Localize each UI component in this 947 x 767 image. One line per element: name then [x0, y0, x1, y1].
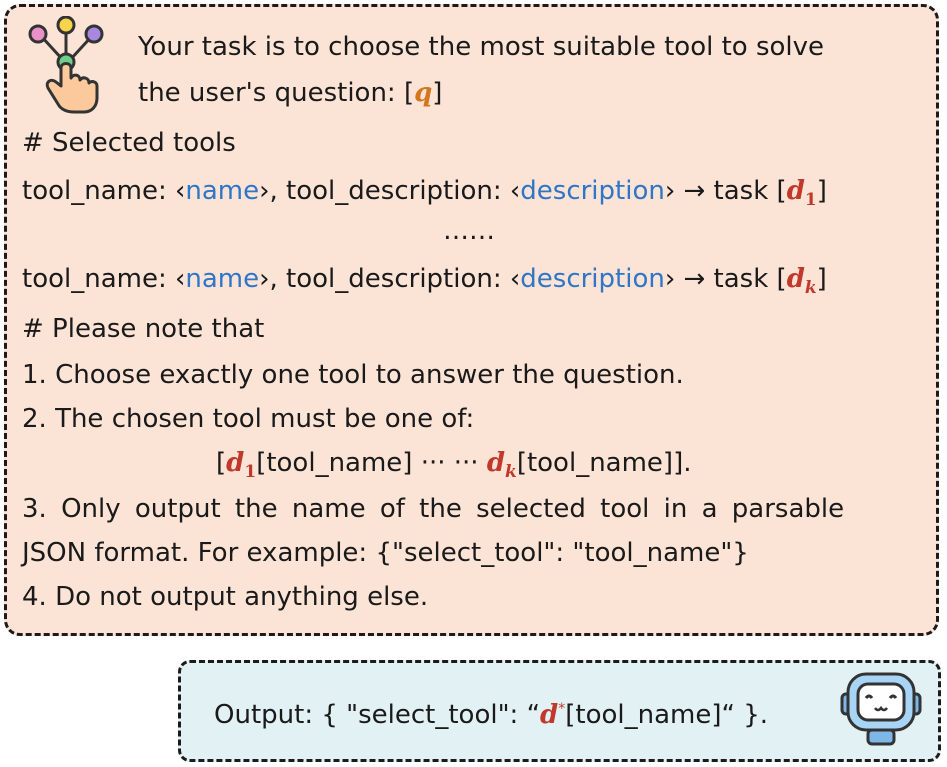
q-variable: q	[414, 78, 433, 108]
d-variable: d	[486, 448, 506, 478]
rule-3-line-1: 3. Only output the name of the selected …	[22, 494, 845, 524]
arrow-task: › → task [	[664, 264, 787, 294]
subscript-k: k	[505, 462, 517, 482]
list-dots: ··· ···	[412, 448, 487, 478]
d-variable: d	[786, 264, 805, 294]
rule-2-tool-list: [d1[tool_name] ··· ··· dk[tool_name]].	[216, 446, 692, 483]
list-close: ].	[673, 448, 692, 478]
ellipsis: ……	[443, 216, 495, 246]
subscript-1: 1	[804, 190, 817, 210]
output-suffix: [tool_name]“ }.	[565, 700, 769, 730]
bracket-close: ]	[432, 78, 443, 108]
tool-description-label: ›, tool_description: ‹	[259, 264, 521, 294]
subscript-k: k	[804, 278, 817, 298]
d-variable: d	[226, 448, 245, 478]
hand-tool-icon	[28, 16, 104, 114]
name-placeholder: name	[185, 264, 260, 294]
intro-line-2: the user's question: [q]	[138, 76, 442, 110]
bracket-close: ]	[816, 176, 827, 206]
tool-line-last: tool_name: ‹name›, tool_description: ‹de…	[22, 262, 827, 299]
description-placeholder: description	[520, 264, 665, 294]
tool-name-item: [tool_name]	[516, 448, 674, 478]
rule-1: 1. Choose exactly one tool to answer the…	[22, 360, 684, 390]
tool-name-label: tool_name: ‹	[22, 176, 186, 206]
intro-text: the user's question: [	[138, 78, 415, 108]
star-superscript: *	[558, 701, 566, 717]
selected-tools-heading: # Selected tools	[22, 128, 236, 158]
d-variable: d	[540, 700, 559, 730]
output-prefix: Output: { "select_tool": “	[214, 700, 541, 730]
tool-name-item: [tool_name]	[256, 448, 413, 478]
d-variable: d	[786, 176, 805, 206]
rule-2: 2. The chosen tool must be one of:	[22, 404, 475, 434]
output-line: Output: { "select_tool": “d*[tool_name]“…	[214, 698, 768, 736]
arrow-task: › → task [	[664, 176, 787, 206]
description-placeholder: description	[520, 176, 665, 206]
robot-icon	[840, 672, 922, 746]
rule-4: 4. Do not output anything else.	[22, 582, 429, 612]
list-open: [	[216, 448, 227, 478]
tool-line-first: tool_name: ‹name›, tool_description: ‹de…	[22, 174, 827, 211]
rule-3-line-2: JSON format. For example: {"select_tool"…	[22, 538, 749, 568]
note-heading: # Please note that	[22, 314, 265, 344]
intro-line-1: Your task is to choose the most suitable…	[138, 32, 825, 62]
name-placeholder: name	[185, 176, 260, 206]
tool-description-label: ›, tool_description: ‹	[259, 176, 521, 206]
subscript-1: 1	[244, 462, 257, 482]
bracket-close: ]	[816, 264, 827, 294]
tool-name-label: tool_name: ‹	[22, 264, 186, 294]
